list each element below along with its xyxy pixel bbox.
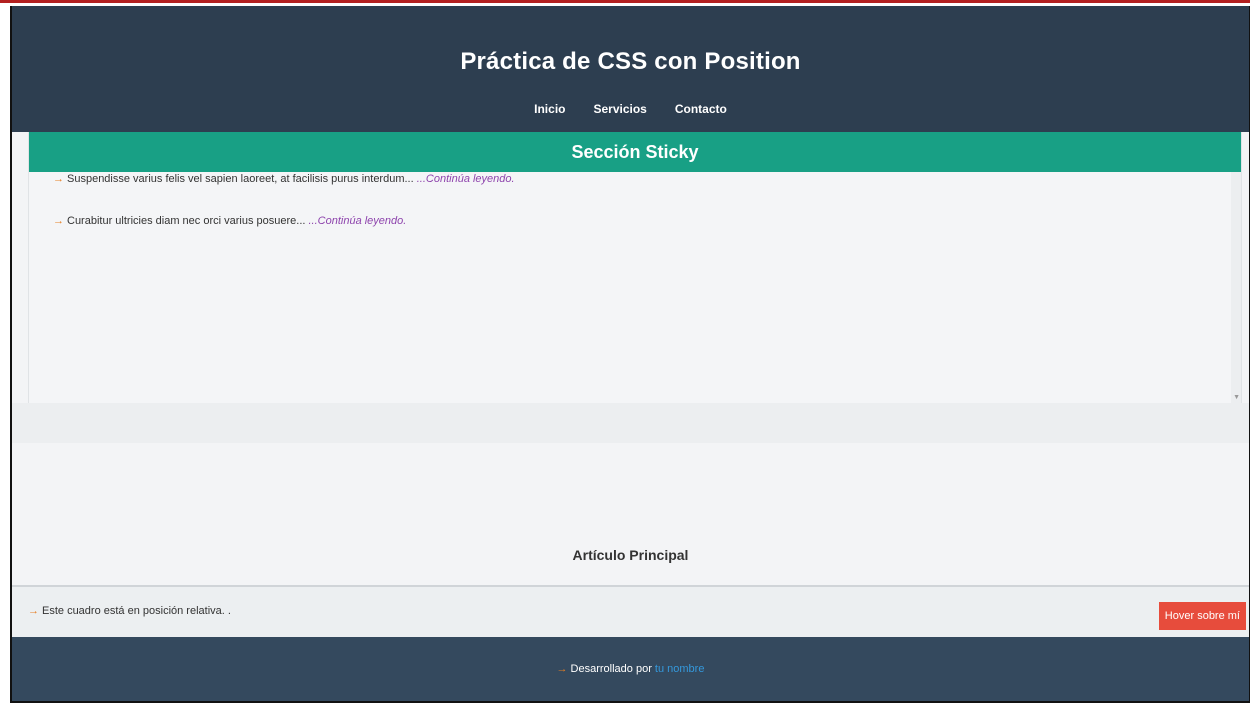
- article-title: Artículo Principal: [572, 547, 689, 563]
- footer-credit: → Desarrollado por tu nombre: [12, 663, 1249, 675]
- page-title: Práctica de CSS con Position: [460, 48, 801, 75]
- site-header: Práctica de CSS con Position Inicio Serv…: [12, 6, 1249, 132]
- read-more-link[interactable]: ...Continúa leyendo.: [417, 173, 515, 185]
- sticky-section-scroll-box[interactable]: Sección Sticky → Suspendisse varius felis…: [28, 132, 1242, 403]
- relative-box-text: → Este cuadro está en posición relativa. …: [28, 605, 231, 617]
- footer-label: Desarrollado por: [570, 663, 655, 675]
- list-item-text: Curabitur ultricies diam nec orci varius…: [67, 215, 309, 227]
- author-link[interactable]: tu nombre: [655, 663, 705, 675]
- page-frame: Práctica de CSS con Position Inicio Serv…: [10, 6, 1250, 703]
- list-item: → Suspendisse varius felis vel sapien lao…: [53, 173, 515, 185]
- list-item: → Curabitur ultricies diam nec orci variu…: [53, 215, 406, 227]
- arrow-right-icon: →: [556, 663, 568, 675]
- section-spacer: [12, 403, 1249, 443]
- window-top-rule: [0, 0, 1250, 3]
- nav-link-servicios[interactable]: Servicios: [593, 102, 646, 116]
- relative-box-label: Este cuadro está en posición relativa. .: [42, 605, 231, 617]
- list-item-text: Suspendisse varius felis vel sapien laor…: [67, 173, 417, 185]
- arrow-right-icon: →: [28, 605, 39, 617]
- vertical-scrollbar[interactable]: ▼: [1231, 132, 1241, 403]
- arrow-right-icon: →: [53, 215, 64, 227]
- hover-button[interactable]: Hover sobre mí: [1158, 602, 1246, 630]
- nav-link-contacto[interactable]: Contacto: [675, 102, 727, 116]
- nav-link-inicio[interactable]: Inicio: [534, 102, 565, 116]
- relative-position-box: → Este cuadro está en posición relativa. …: [12, 585, 1249, 637]
- site-footer: → Desarrollado por tu nombre: [12, 637, 1249, 701]
- sticky-section-title: Sección Sticky: [29, 132, 1241, 172]
- main-nav: Inicio Servicios Contacto: [12, 102, 1249, 116]
- scroll-down-icon[interactable]: ▼: [1233, 394, 1240, 401]
- read-more-link[interactable]: ...Continúa leyendo.: [308, 215, 406, 227]
- main-article: Artículo Principal: [12, 443, 1249, 585]
- arrow-right-icon: →: [53, 173, 64, 185]
